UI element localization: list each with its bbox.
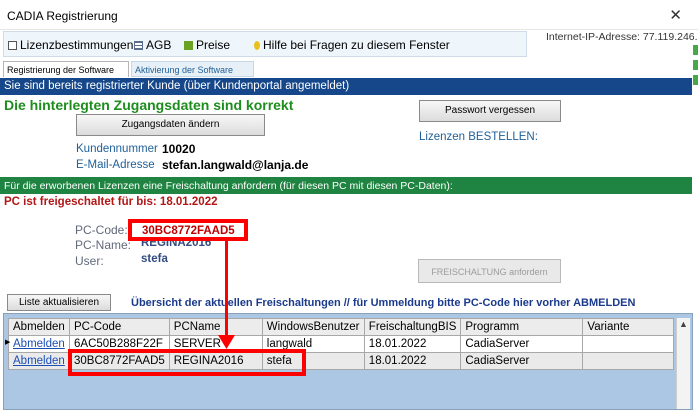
customer-number-label: Kundennummer bbox=[76, 143, 158, 155]
window-title: CADIA Registrierung bbox=[7, 9, 118, 23]
cell-activated-until: 18.01.2022 bbox=[363, 352, 462, 370]
user-label: User: bbox=[75, 254, 104, 268]
activations-overview-label: Übersicht der aktuellen Freischaltungen … bbox=[131, 297, 636, 309]
list-icon bbox=[134, 41, 143, 50]
cell-variant bbox=[582, 335, 675, 353]
request-activation-button[interactable]: FREISCHALTUNG anfordern bbox=[418, 259, 561, 283]
customer-number: 10020 bbox=[162, 142, 196, 156]
refresh-list-button[interactable]: Liste aktualisieren bbox=[7, 294, 111, 311]
toolbar-item-hilfe[interactable]: Hilfe bei Fragen zu diesem Fenster bbox=[254, 38, 450, 52]
edge-marker bbox=[693, 45, 698, 55]
edge-marker bbox=[693, 60, 698, 70]
tab-registrierung[interactable]: Registrierung der Software bbox=[3, 61, 129, 77]
column-header[interactable]: PCName bbox=[168, 318, 263, 336]
toolbar-item-lizenzbestimmungen[interactable]: Lizenzbestimmungen bbox=[8, 38, 133, 52]
highlight-box bbox=[68, 349, 306, 376]
close-icon[interactable]: ✕ bbox=[669, 6, 682, 24]
user-value: stefa bbox=[141, 253, 168, 265]
edge-marker bbox=[693, 75, 698, 85]
forgot-password-button[interactable]: Passwort vergessen bbox=[419, 100, 561, 122]
column-header[interactable]: Variante bbox=[582, 318, 675, 336]
scroll-up-icon[interactable]: ▲ bbox=[679, 319, 688, 329]
price-icon bbox=[184, 41, 193, 50]
status-band: Sie sind bereits registrierter Kunde (üb… bbox=[0, 78, 692, 95]
title-bar: CADIA Registrierung ✕ bbox=[0, 0, 698, 30]
cell-activated-until: 18.01.2022 bbox=[363, 335, 462, 353]
toolbar-item-agb[interactable]: AGB bbox=[134, 38, 171, 52]
column-header[interactable]: PC-Code bbox=[69, 318, 170, 336]
document-icon bbox=[8, 41, 17, 50]
abmelden-link[interactable]: Abmelden bbox=[8, 335, 70, 353]
column-header[interactable]: WindowsBenutzer bbox=[261, 318, 365, 336]
credentials-ok-heading: Die hinterlegten Zugangsdaten sind korre… bbox=[4, 97, 294, 113]
cell-variant bbox=[582, 352, 675, 370]
activation-band: Für die erworbenen Lizenzen eine Freisch… bbox=[0, 177, 692, 194]
lightbulb-icon bbox=[254, 41, 260, 50]
email-label: E-Mail-Adresse bbox=[76, 159, 155, 171]
column-header[interactable]: Programm bbox=[460, 318, 584, 336]
abmelden-link[interactable]: Abmelden bbox=[8, 352, 70, 370]
toolbar: Lizenzbestimmungen AGB Preise Hilfe bei … bbox=[3, 31, 527, 57]
column-header[interactable]: FreischaltungBIS bbox=[363, 318, 462, 336]
tab-aktivierung[interactable]: Aktivierung der Software bbox=[131, 61, 254, 77]
cell-program: CadiaServer bbox=[460, 352, 584, 370]
highlight-arrow bbox=[225, 241, 228, 343]
pc-name-label: PC-Name: bbox=[75, 238, 132, 252]
change-credentials-button[interactable]: Zugangsdaten ändern bbox=[76, 114, 265, 136]
activated-until: PC ist freigeschaltet für bis: 18.01.202… bbox=[4, 196, 218, 208]
column-header[interactable]: Abmelden bbox=[8, 318, 70, 336]
email-value: stefan.langwald@lanja.de bbox=[162, 158, 309, 172]
arrow-head-icon bbox=[218, 335, 235, 349]
cell-program: CadiaServer bbox=[460, 335, 584, 353]
ip-address: Internet-IP-Adresse: 77.119.246.203 bbox=[546, 31, 698, 43]
order-licenses-label: Lizenzen BESTELLEN: bbox=[419, 131, 538, 143]
pc-code-value: 30BC8772FAAD5 bbox=[128, 219, 248, 241]
current-row-indicator-icon: ▶ bbox=[5, 339, 11, 346]
grid-scrollbar[interactable]: ▲ bbox=[676, 318, 690, 409]
toolbar-item-preise[interactable]: Preise bbox=[184, 38, 230, 52]
pc-code-label: PC-Code: bbox=[75, 223, 128, 237]
table-header-row: Abmelden PC-Code PCName WindowsBenutzer … bbox=[8, 318, 675, 336]
